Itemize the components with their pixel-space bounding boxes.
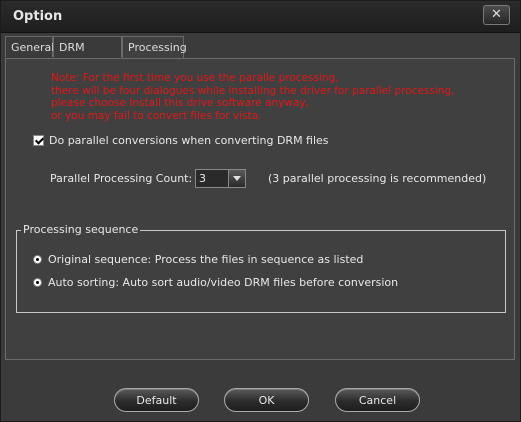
processing-sequence-group: Processing sequence Original sequence: P… — [16, 223, 506, 313]
close-icon: ✕ — [491, 7, 502, 22]
parallel-conversion-label: Do parallel conversions when converting … — [49, 134, 329, 147]
note-line: or you may fail to convert files for vis… — [51, 109, 262, 122]
driver-note: Note: For the first time you use the par… — [51, 72, 454, 122]
processing-sequence-title: Processing sequence — [21, 223, 141, 236]
parallel-count-value: 3 — [199, 172, 206, 185]
processing-panel: Note: For the first time you use the par… — [5, 58, 515, 360]
parallel-conversion-checkbox[interactable] — [33, 135, 44, 146]
tab-drm-finder[interactable]: DRM Finder — [53, 36, 122, 75]
parallel-count-label: Parallel Processing Count: — [50, 172, 193, 185]
original-sequence-label: Original sequence: Process the files in … — [48, 253, 364, 266]
tab-processing[interactable]: Processing — [122, 36, 187, 59]
title-bar[interactable]: Option ✕ — [1, 1, 520, 33]
note-line: please choose Install this drive softwar… — [51, 97, 309, 109]
default-button[interactable]: Default — [114, 388, 199, 412]
note-line: Note: For the first time you use the par… — [51, 72, 339, 84]
parallel-count-select[interactable]: 3 — [195, 169, 246, 188]
parallel-count-hint: (3 parallel processing is recommended) — [268, 172, 487, 185]
close-button[interactable]: ✕ — [483, 5, 510, 25]
auto-sorting-label: Auto sorting: Auto sort audio/video DRM … — [48, 276, 399, 289]
tab-general[interactable]: General — [5, 36, 54, 57]
chevron-down-icon[interactable] — [228, 170, 245, 187]
ok-button[interactable]: OK — [224, 388, 309, 412]
original-sequence-radio[interactable] — [33, 255, 42, 264]
note-line: there will be four dialogues while insta… — [51, 84, 455, 97]
option-dialog: Option ✕ General DRM Finder Processing N… — [0, 0, 521, 422]
auto-sorting-radio[interactable] — [33, 278, 42, 287]
cancel-button[interactable]: Cancel — [335, 388, 420, 412]
window-title: Option — [13, 9, 63, 24]
